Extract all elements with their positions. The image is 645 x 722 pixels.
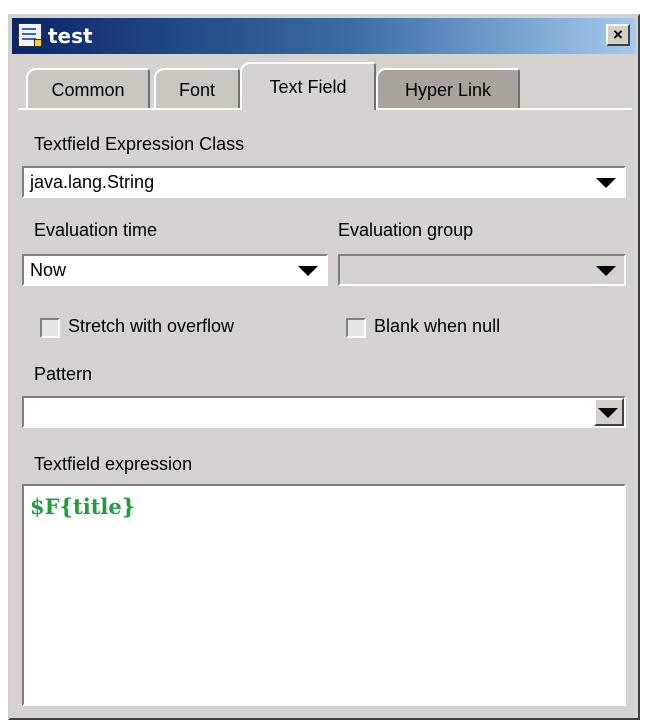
expression-class-label: Textfield Expression Class: [34, 134, 245, 154]
evaluation-time-label: Evaluation time: [34, 220, 158, 240]
title-bar[interactable]: test ×: [12, 18, 636, 54]
tab-hyper-link[interactable]: Hyper Link: [376, 68, 520, 110]
evaluation-group-select[interactable]: [338, 254, 626, 286]
pattern-input[interactable]: [22, 396, 626, 428]
stretch-with-overflow-label[interactable]: Stretch with overflow: [68, 316, 234, 337]
close-icon: ×: [613, 25, 623, 44]
tab-font[interactable]: Font: [154, 68, 240, 110]
evaluation-group-label: Evaluation group: [338, 220, 474, 240]
textfield-expression-text: $F{title}: [30, 494, 136, 519]
pattern-label: Pattern: [34, 364, 93, 384]
evaluation-time-value: Now: [30, 260, 67, 280]
chevron-down-icon: [598, 408, 618, 418]
stretch-with-overflow-checkbox[interactable]: [40, 318, 60, 338]
chevron-down-icon: [298, 266, 318, 276]
textfield-expression-editor[interactable]: $F{title}: [22, 484, 626, 706]
tab-text-field[interactable]: Text Field: [240, 62, 376, 110]
blank-when-null-label[interactable]: Blank when null: [374, 316, 500, 337]
blank-when-null-checkbox[interactable]: [346, 318, 366, 338]
tab-bar: Common Font Text Field Hyper Link: [18, 60, 618, 110]
window-title: test: [48, 24, 93, 48]
close-button[interactable]: ×: [606, 24, 630, 46]
pattern-dropdown-button[interactable]: [594, 398, 624, 426]
evaluation-time-select[interactable]: Now: [22, 254, 328, 286]
textfield-expression-label: Textfield expression: [34, 454, 193, 474]
expression-class-select[interactable]: java.lang.String: [22, 166, 626, 198]
chevron-down-icon: [596, 178, 616, 188]
document-icon: [18, 23, 42, 47]
tab-common[interactable]: Common: [26, 68, 150, 110]
chevron-down-icon: [596, 266, 616, 276]
expression-class-value: java.lang.String: [30, 172, 155, 192]
